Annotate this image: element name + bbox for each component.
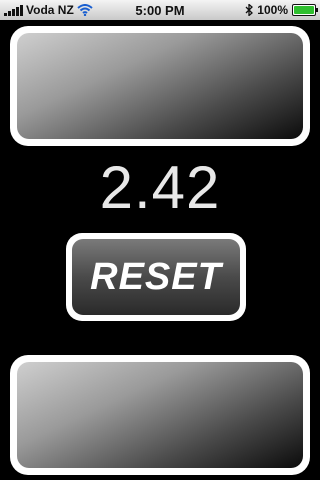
status-bar: Voda NZ 5:00 PM 100% — [0, 0, 320, 20]
battery-level-fill — [294, 6, 314, 14]
bottom-pad-button[interactable] — [10, 355, 310, 475]
top-pad-button[interactable] — [10, 26, 310, 146]
bluetooth-icon — [245, 4, 254, 16]
bottom-pad-surface — [17, 362, 303, 468]
battery-icon — [292, 4, 318, 16]
app-screen: Voda NZ 5:00 PM 100% 2.42 RESET — [0, 0, 320, 480]
top-pad-surface — [17, 33, 303, 139]
reset-button-label: RESET — [90, 255, 222, 298]
timer-readout: 2.42 — [99, 154, 221, 221]
reset-button[interactable]: RESET — [66, 233, 246, 321]
reset-button-surface: RESET — [72, 239, 240, 315]
battery-percent: 100% — [257, 3, 288, 17]
status-right: 100% — [245, 3, 318, 17]
